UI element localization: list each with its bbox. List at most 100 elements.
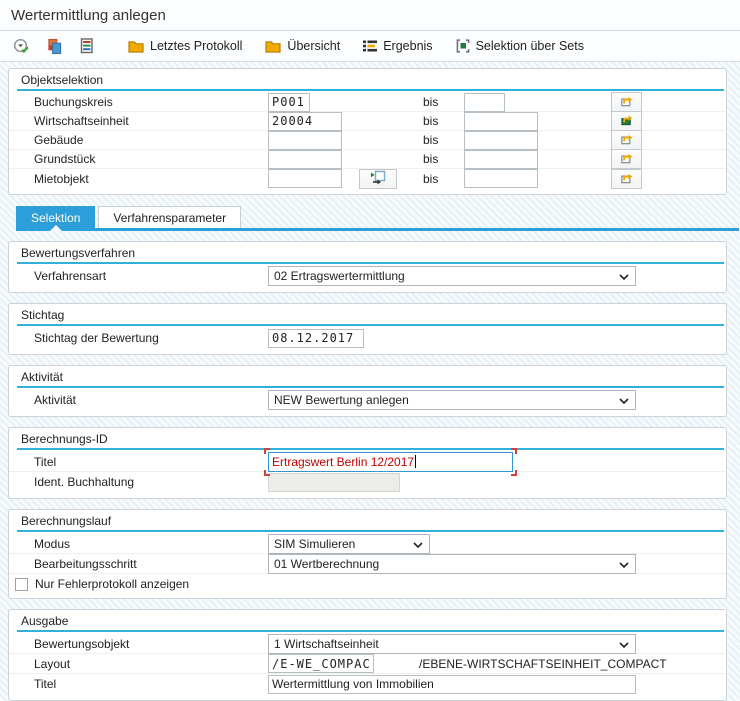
multi-select-button[interactable] xyxy=(611,149,642,169)
last-protocol-button[interactable]: Letztes Protokoll xyxy=(124,37,245,56)
striped-list-icon xyxy=(79,38,95,54)
page-title: Wertermittlung anlegen xyxy=(11,7,166,24)
selection-via-sets-button[interactable]: Selektion über Sets xyxy=(452,36,587,56)
overview-label: Übersicht xyxy=(287,39,340,53)
stichtag-date-input[interactable] xyxy=(268,329,364,348)
result-grid-icon xyxy=(362,39,378,54)
execute-button[interactable] xyxy=(10,36,33,57)
chevron-down-icon xyxy=(413,537,423,551)
bearbeitungsschritt-row: Bearbeitungsschritt 01 Wertberechnung xyxy=(9,554,726,574)
rental-object-select-button[interactable] xyxy=(359,169,397,189)
multi-select-icon xyxy=(619,150,635,168)
section-title: Berechnungslauf xyxy=(9,510,726,530)
ident-buchhaltung-label: Ident. Buchhaltung xyxy=(34,472,268,492)
mietobjekt-input[interactable] xyxy=(268,169,342,188)
tab-strip: Selektion Verfahrensparameter xyxy=(16,206,739,231)
gebaeude-label: Gebäude xyxy=(34,131,268,149)
last-protocol-label: Letztes Protokoll xyxy=(150,39,242,53)
bis-label: bis xyxy=(423,152,464,166)
fehlerprotokoll-checkbox[interactable] xyxy=(15,578,28,591)
section-title: Berechnungs-ID xyxy=(9,428,726,448)
aktivitaet-select[interactable]: NEW Bewertung anlegen xyxy=(268,390,636,410)
bewertungsobjekt-row: Bewertungsobjekt 1 Wirtschaftseinheit xyxy=(9,634,726,654)
copy-pages-button[interactable] xyxy=(43,36,66,57)
pages-icon xyxy=(46,38,63,55)
multi-select-button[interactable] xyxy=(611,130,642,150)
section-underline xyxy=(17,630,724,632)
section-title: Bewertungsverfahren xyxy=(9,242,726,262)
result-button[interactable]: Ergebnis xyxy=(359,37,435,56)
chevron-down-icon xyxy=(619,637,629,651)
section-underline xyxy=(17,448,724,450)
buchungskreis-to-input[interactable] xyxy=(464,93,505,112)
overview-button[interactable]: Übersicht xyxy=(261,37,343,56)
ident-buchhaltung-row: Ident. Buchhaltung xyxy=(9,472,726,492)
bewertungsobjekt-select[interactable]: 1 Wirtschaftseinheit xyxy=(268,634,636,654)
gebaeude-input[interactable] xyxy=(268,131,342,150)
section-title: Stichtag xyxy=(9,304,726,324)
titel-input[interactable]: Ertragswert Berlin 12/2017 xyxy=(268,452,513,472)
modus-select[interactable]: SIM Simulieren xyxy=(268,534,430,554)
ausgabe-group: Ausgabe Bewertungsobjekt 1 Wirtschaftsei… xyxy=(8,609,727,701)
objektselektion-group: Objektselektion Buchungskreis bis Wir xyxy=(8,68,727,195)
focus-corner xyxy=(511,470,517,476)
chevron-down-icon xyxy=(619,269,629,283)
gebaeude-row: Gebäude bis xyxy=(9,131,726,150)
berechnungs-id-group: Berechnungs-ID Titel Ertragswert Berlin … xyxy=(8,427,727,499)
multi-select-icon xyxy=(619,170,635,188)
buchungskreis-row: Buchungskreis bis xyxy=(9,93,726,112)
selection-via-sets-label: Selektion über Sets xyxy=(476,39,584,53)
focused-field-frame: Ertragswert Berlin 12/2017 xyxy=(268,452,513,472)
stichtag-label: Stichtag der Bewertung xyxy=(34,328,268,348)
multi-select-button[interactable] xyxy=(611,92,642,112)
result-label: Ergebnis xyxy=(383,39,432,53)
multi-select-active-icon xyxy=(619,112,635,130)
bis-label: bis xyxy=(423,133,464,147)
wirtschaftseinheit-input[interactable] xyxy=(268,112,342,131)
tab-underline xyxy=(16,228,739,231)
section-underline xyxy=(17,324,724,326)
verfahrensart-label: Verfahrensart xyxy=(34,266,268,286)
modus-label: Modus xyxy=(34,534,268,553)
layout-input[interactable] xyxy=(268,654,374,673)
ausgabe-titel-input[interactable] xyxy=(268,675,636,694)
aktivitaet-row: Aktivität NEW Bewertung anlegen xyxy=(9,390,726,410)
bis-label: bis xyxy=(423,95,464,109)
mietobjekt-row: Mietobjekt bis xyxy=(9,169,726,188)
gebaeude-to-input[interactable] xyxy=(464,131,538,150)
section-title: Aktivität xyxy=(9,366,726,386)
ident-buchhaltung-input xyxy=(268,473,400,492)
grundstueck-label: Grundstück xyxy=(34,150,268,168)
wirtschaftseinheit-label: Wirtschaftseinheit xyxy=(34,112,268,130)
folder-icon xyxy=(127,39,145,54)
focus-corner xyxy=(264,470,270,476)
ausgabe-titel-label: Titel xyxy=(34,674,268,694)
mietobjekt-label: Mietobjekt xyxy=(34,169,268,188)
section-title: Ausgabe xyxy=(9,610,726,630)
folder-icon xyxy=(264,39,282,54)
verfahrensart-select[interactable]: 02 Ertragswertermittlung xyxy=(268,266,636,286)
titel-row: Titel Ertragswert Berlin 12/2017 xyxy=(9,452,726,472)
multi-select-button[interactable] xyxy=(611,111,642,131)
protocol-list-button[interactable] xyxy=(76,36,98,56)
grundstueck-input[interactable] xyxy=(268,150,342,169)
multi-select-icon xyxy=(619,93,635,111)
grundstueck-to-input[interactable] xyxy=(464,150,538,169)
section-underline xyxy=(17,530,724,532)
application-toolbar: Letztes Protokoll Übersicht Ergebnis xyxy=(0,31,740,62)
section-underline xyxy=(17,386,724,388)
buchungskreis-input[interactable] xyxy=(268,93,310,112)
verfahrensart-row: Verfahrensart 02 Ertragswertermittlung xyxy=(9,266,726,286)
execute-icon xyxy=(13,38,30,55)
wirtschaftseinheit-to-input[interactable] xyxy=(464,112,538,131)
focus-corner xyxy=(511,448,517,454)
layout-row: Layout /EBENE-WIRTSCHAFTSEINHEIT_COMPACT xyxy=(9,654,726,674)
tab-verfahrensparameter[interactable]: Verfahrensparameter xyxy=(98,206,241,228)
active-tab-notch xyxy=(50,225,62,231)
wirtschaftseinheit-row: Wirtschaftseinheit bis xyxy=(9,112,726,131)
window-titlebar: Wertermittlung anlegen xyxy=(0,0,740,31)
bearbeitungsschritt-select[interactable]: 01 Wertberechnung xyxy=(268,554,636,574)
multi-select-button[interactable] xyxy=(611,169,642,189)
mietobjekt-to-input[interactable] xyxy=(464,169,538,188)
chevron-down-icon xyxy=(619,393,629,407)
